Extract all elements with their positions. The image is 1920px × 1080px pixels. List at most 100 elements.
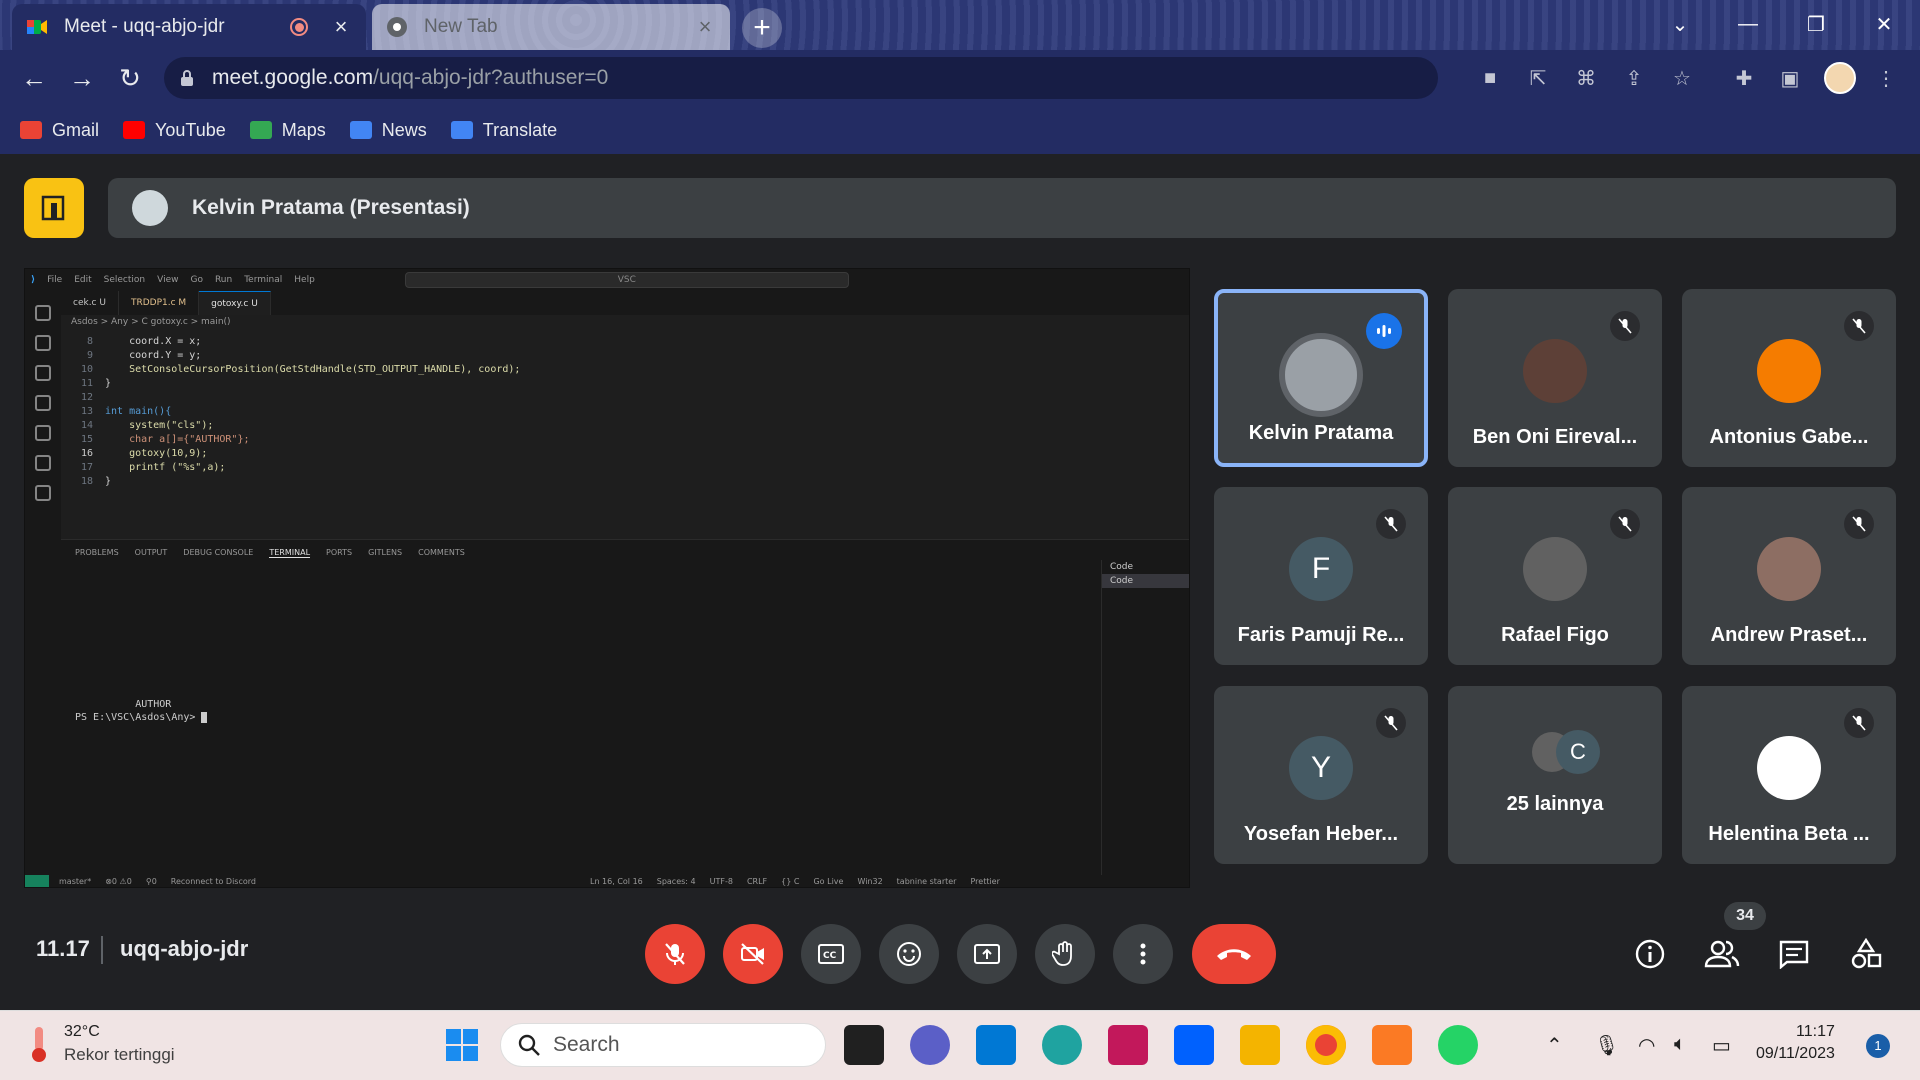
present-now-button[interactable] [957,924,1017,984]
file-explorer-icon[interactable] [1240,1025,1280,1065]
explorer-icon [35,305,51,321]
browser-tab-strip: Meet - uqq-abjo-jdr × New Tab × + ⌄ — ❐ … [0,0,1920,50]
people-button[interactable] [1698,930,1746,978]
weather-widget[interactable]: 32°C Rekor tertinggi [26,1023,175,1065]
chat-button[interactable] [1770,930,1818,978]
whatsapp-icon[interactable] [1438,1025,1478,1065]
more-options-button[interactable] [1113,924,1173,984]
reload-button[interactable]: ↻ [112,60,148,96]
present-screen-icon [974,944,1000,964]
tab-search-icon[interactable]: ⌄ [1652,6,1708,42]
search-icon [518,1034,540,1056]
address-bar[interactable]: meet.google.com/uqq-abjo-jdr?authuser=0 [164,57,1438,99]
avatar: Y [1289,736,1353,800]
back-button[interactable]: ← [16,60,52,96]
meeting-details-button[interactable] [1626,930,1674,978]
lock-icon [181,70,193,86]
activities-button[interactable] [1842,930,1890,978]
bookmark-maps[interactable]: Maps [249,120,326,141]
presentation-layout-button[interactable] [24,178,84,238]
restore-button[interactable]: ❐ [1788,6,1844,42]
taskbar-clock[interactable]: 11:17 09/11/2023 [1756,1021,1835,1065]
clock-date: 09/11/2023 [1756,1045,1835,1062]
participant-tile[interactable]: F Faris Pamuji Re... [1214,487,1428,665]
vscode-menubar: ⟩ File Edit Selection View Go Run Termin… [25,269,1189,291]
volume-icon[interactable]: 🔈︎ [1674,1033,1686,1056]
translate-page-icon[interactable]: ⌘ [1568,60,1604,96]
camera-toggle-button[interactable] [723,924,783,984]
captions-icon: CC [818,944,844,964]
avatar: C [1556,730,1600,774]
vscode-logo-icon: ⟩ [31,275,36,285]
youtube-icon [123,121,146,139]
participant-tile[interactable]: Y Yosefan Heber... [1214,686,1428,864]
bookmark-news[interactable]: News [349,120,427,141]
vscode-activity-bar [25,291,61,881]
start-button[interactable] [442,1025,482,1065]
close-tab-icon[interactable]: × [694,14,716,40]
wifi-icon[interactable]: ◠ [1638,1033,1655,1058]
bookmark-star-icon[interactable]: ☆ [1664,60,1700,96]
mic-off-icon [1844,509,1874,539]
task-view-icon[interactable] [844,1025,884,1065]
close-tab-icon[interactable]: × [330,14,352,40]
avatar [1757,537,1821,601]
mic-toggle-button[interactable] [645,924,705,984]
emoji-icon [897,942,921,966]
raise-hand-button[interactable] [1035,924,1095,984]
show-hidden-icons[interactable]: ⌃ [1546,1033,1563,1058]
side-panel-icon[interactable]: ▣ [1772,60,1808,96]
mic-off-icon [1610,509,1640,539]
xampp-icon[interactable] [1372,1025,1412,1065]
participant-tile[interactable]: Ben Oni Eireval... [1448,289,1662,467]
tab-meet[interactable]: Meet - uqq-abjo-jdr × [12,4,366,50]
extensions-icon[interactable]: ✚ [1726,60,1762,96]
mic-off-icon [665,943,685,965]
edge-icon[interactable] [1042,1025,1082,1065]
battery-icon[interactable]: ▭ [1712,1033,1731,1058]
bookmark-gmail[interactable]: Gmail [20,120,99,141]
leave-call-button[interactable] [1192,924,1276,984]
extensions-icon [35,425,51,441]
new-tab-button[interactable]: + [742,8,782,48]
browser-toolbar: ← → ↻ meet.google.com/uqq-abjo-jdr?authu… [0,50,1920,106]
profile-avatar[interactable] [1824,62,1856,94]
participant-name: Ben Oni Eireval... [1472,426,1638,448]
editor-tab: cek.c U [61,291,119,315]
bookmark-translate[interactable]: Translate [450,120,557,141]
avatar [1757,736,1821,800]
svg-text:CC: CC [823,951,837,961]
microphone-icon[interactable]: 🎙︎ [1594,1033,1619,1058]
teams-chat-icon[interactable] [910,1025,950,1065]
participant-tile[interactable]: Antonius Gabe... [1682,289,1896,467]
open-in-new-icon[interactable]: ⇱ [1520,60,1556,96]
participant-tile[interactable]: Rafael Figo [1448,487,1662,665]
camera-icon[interactable]: ■ [1472,60,1508,96]
captions-button[interactable]: CC [801,924,861,984]
notification-badge[interactable]: 1 [1866,1034,1890,1058]
github-icon [35,485,51,501]
chrome-menu-icon[interactable]: ⋮ [1868,60,1904,96]
mendeley-icon[interactable] [1108,1025,1148,1065]
participant-name: Helentina Beta ... [1708,823,1870,845]
clock-time: 11:17 [1796,1023,1835,1040]
participant-tile[interactable]: Andrew Praset... [1682,487,1896,665]
more-participants-tile[interactable]: C 25 lainnya [1448,686,1662,864]
participant-tile[interactable]: Kelvin Pratama [1214,289,1428,467]
store-icon[interactable] [976,1025,1016,1065]
close-window-button[interactable]: ✕ [1856,6,1912,42]
dropbox-icon[interactable] [1174,1025,1214,1065]
taskbar-search[interactable]: Search [500,1023,826,1067]
share-icon[interactable]: ⇪ [1616,60,1652,96]
presenter-avatar [132,190,168,226]
minimize-button[interactable]: — [1720,6,1776,42]
reactions-button[interactable] [879,924,939,984]
tab-new-tab[interactable]: New Tab × [372,4,730,50]
mic-off-icon [1844,311,1874,341]
remote-icon [35,455,51,471]
participant-name: Kelvin Pratama [1248,422,1394,444]
bookmark-youtube[interactable]: YouTube [123,120,226,141]
forward-button[interactable]: → [64,60,100,96]
participant-tile[interactable]: Helentina Beta ... [1682,686,1896,864]
chrome-taskbar-icon[interactable] [1306,1025,1346,1065]
